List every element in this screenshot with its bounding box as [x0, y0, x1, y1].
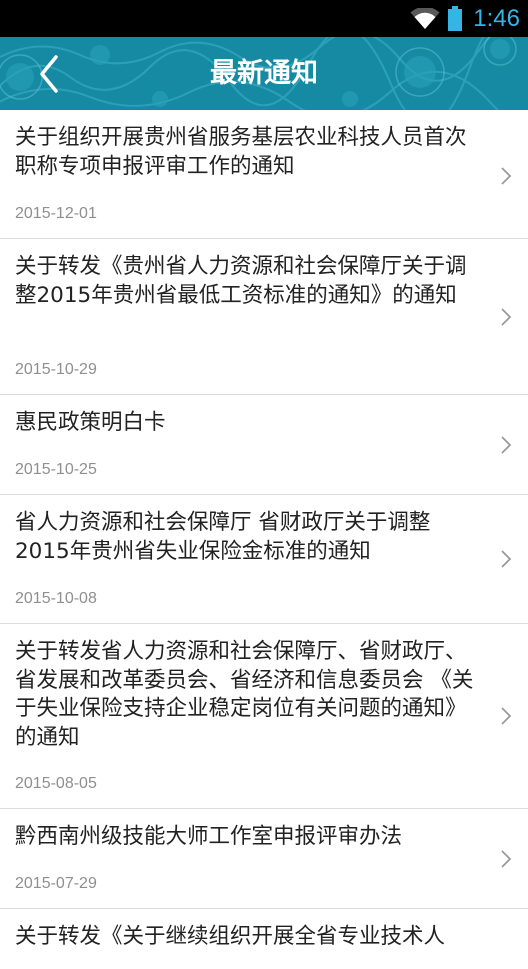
status-time: 1:46	[473, 5, 520, 32]
notice-item[interactable]: 关于转发《关于继续组织开展全省专业技术人	[0, 909, 528, 969]
notice-title: 惠民政策明白卡	[15, 410, 166, 435]
app-header: 最新通知	[0, 37, 528, 110]
notice-item[interactable]: 省人力资源和社会保障厅 省财政厅关于调整2015年贵州省失业保险金标准的通知 2…	[0, 495, 528, 624]
chevron-right-icon	[501, 167, 512, 185]
status-bar: 1:46	[0, 0, 528, 37]
chevron-right-icon	[501, 850, 512, 868]
notice-title: 关于转发省人力资源和社会保障厅、省财政厅、省发展和改革委员会、省经济和信息委员会…	[15, 639, 474, 750]
notice-list: 关于组织开展贵州省服务基层农业科技人员首次职称专项申报评审工作的通知 2015-…	[0, 110, 528, 969]
notice-title: 关于转发《关于继续组织开展全省专业技术人	[15, 924, 446, 949]
notice-title: 关于组织开展贵州省服务基层农业科技人员首次职称专项申报评审工作的通知	[15, 125, 467, 179]
notice-item[interactable]: 惠民政策明白卡 2015-10-25	[0, 395, 528, 495]
header-pattern	[0, 37, 517, 110]
notice-date: 2015-08-05	[15, 775, 97, 792]
battery-icon	[448, 6, 462, 31]
notice-date: 2015-12-01	[15, 205, 97, 222]
notice-item[interactable]: 关于转发省人力资源和社会保障厅、省财政厅、省发展和改革委员会、省经济和信息委员会…	[0, 624, 528, 809]
notice-title: 黔西南州级技能大师工作室申报评审办法	[15, 824, 403, 849]
chevron-right-icon	[501, 707, 512, 725]
chevron-right-icon	[501, 550, 512, 568]
notice-title: 省人力资源和社会保障厅 省财政厅关于调整2015年贵州省失业保险金标准的通知	[15, 510, 431, 564]
chevron-right-icon	[501, 308, 512, 326]
notice-item[interactable]: 关于组织开展贵州省服务基层农业科技人员首次职称专项申报评审工作的通知 2015-…	[0, 110, 528, 239]
wifi-icon	[410, 8, 440, 29]
notice-item[interactable]: 黔西南州级技能大师工作室申报评审办法 2015-07-29	[0, 809, 528, 909]
chevron-right-icon	[501, 436, 512, 454]
notice-date: 2015-10-29	[15, 361, 97, 378]
notice-date: 2015-10-25	[15, 461, 97, 478]
notice-title: 关于转发《贵州省人力资源和社会保障厅关于调整2015年贵州省最低工资标准的通知》…	[15, 254, 467, 308]
notice-date: 2015-07-29	[15, 875, 97, 892]
notice-date: 2015-10-08	[15, 590, 97, 607]
back-arrow-icon[interactable]	[32, 51, 72, 97]
notice-item[interactable]: 关于转发《贵州省人力资源和社会保障厅关于调整2015年贵州省最低工资标准的通知》…	[0, 239, 528, 395]
